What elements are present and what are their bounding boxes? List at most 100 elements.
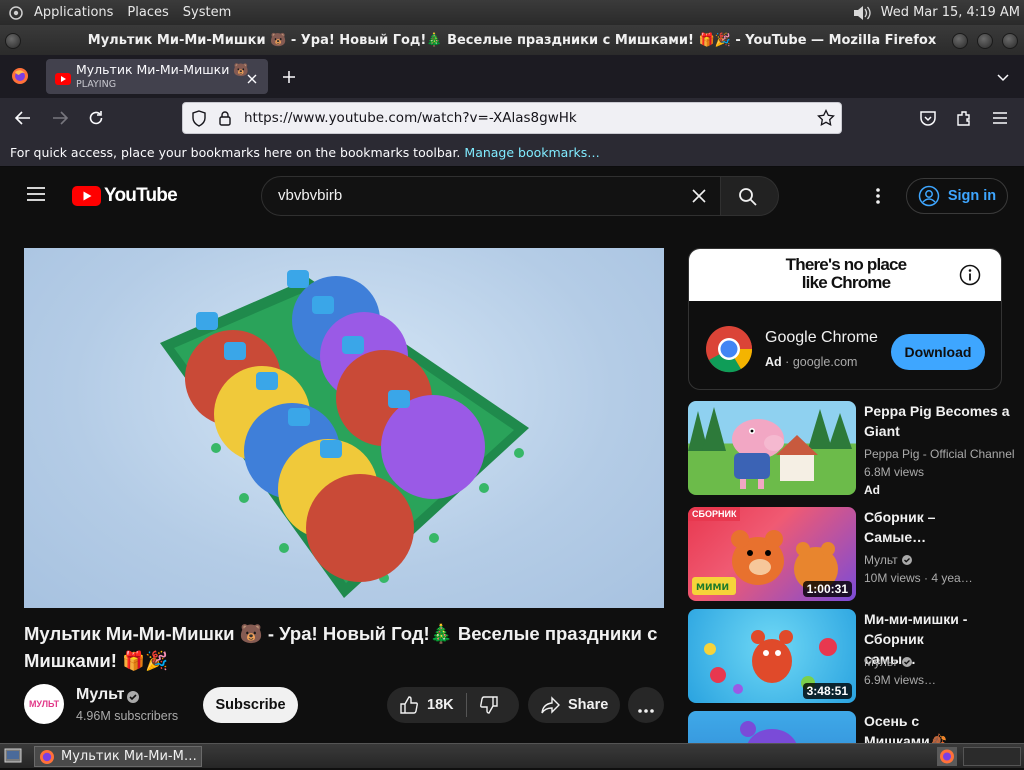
like-button[interactable]: 18K <box>387 687 454 723</box>
tab-status: PLAYING <box>76 79 117 90</box>
taskbar-window-label: Мультик Ми-Ми-М… <box>61 749 197 764</box>
guide-menu-icon[interactable] <box>26 186 46 202</box>
lock-icon[interactable] <box>218 110 232 127</box>
manage-bookmarks-link[interactable]: Manage bookmarks… <box>464 145 599 160</box>
tab-youtube[interactable]: Мультик Ми-Ми-Мишки 🐻 PLAYING <box>46 59 268 94</box>
reload-icon[interactable] <box>87 109 105 127</box>
youtube-logo-text: YouTube <box>104 185 178 206</box>
recommendation-item[interactable]: Осень с Мишками🍂 <box>688 711 1018 743</box>
like-count: 18K <box>427 697 454 713</box>
subscribe-label: Subscribe <box>215 697 286 713</box>
forward-icon[interactable] <box>51 110 69 126</box>
rec-views: 6.9M views… <box>864 673 937 687</box>
ad-label: Ad <box>765 355 782 369</box>
window-menu-button[interactable] <box>5 33 21 49</box>
youtube-logo[interactable]: YouTube <box>72 184 178 208</box>
channel-avatar[interactable]: МУЛЬТ <box>24 684 64 724</box>
subscriber-count: 4.96M subscribers <box>76 709 179 723</box>
bookmarks-toolbar: For quick access, place your bookmarks h… <box>0 139 1024 167</box>
channel-name[interactable]: Мульт <box>76 686 124 704</box>
show-desktop-icon[interactable] <box>4 748 22 764</box>
more-actions-button[interactable] <box>628 687 664 723</box>
like-dislike-group: 18K <box>387 687 519 723</box>
extensions-icon[interactable] <box>955 109 973 127</box>
rec-thumbnail[interactable]: МИМИ СБОРНИК 1:00:31 <box>688 507 856 601</box>
firefox-icon <box>39 749 55 765</box>
thumbs-down-icon <box>479 695 499 715</box>
tracking-shield-icon[interactable] <box>191 110 207 127</box>
pocket-icon[interactable] <box>919 109 937 127</box>
places-menu[interactable]: Places <box>121 5 174 20</box>
rec-title[interactable]: Осень с Мишками🍂 <box>864 711 964 743</box>
close-window-button[interactable] <box>1002 33 1018 49</box>
search-box: vbvbvbirb <box>261 176 721 216</box>
taskbar-firefox-window[interactable]: Мультик Ми-Ми-М… <box>34 746 202 767</box>
rec-duration: 3:48:51 <box>802 683 852 699</box>
rec-views: 6.8M views <box>864 465 925 479</box>
url-text[interactable]: https://www.youtube.com/watch?v=-XAlas8g… <box>244 110 577 126</box>
ad-download-label: Download <box>904 344 972 360</box>
ad-dot: · <box>785 355 790 369</box>
rec-title[interactable]: Peppa Pig Becomes a Giant <box>864 401 1010 441</box>
share-button[interactable]: Share <box>528 687 620 723</box>
minimize-button[interactable] <box>952 33 968 49</box>
rec-thumbnail[interactable]: 3:48:51 <box>688 609 856 703</box>
youtube-page: YouTube vbvbvbirb Sign in Мультик Ми-Ми-… <box>0 168 1024 743</box>
list-all-tabs-icon[interactable] <box>996 69 1010 83</box>
sign-in-button[interactable]: Sign in <box>906 178 1008 214</box>
clock[interactable]: Wed Mar 15, 4:19 AM <box>881 5 1020 20</box>
gnome-foot-icon[interactable] <box>8 5 24 21</box>
recommendation-item[interactable]: МИМИ СБОРНИК 1:00:31 Сборник – Самые… Му… <box>688 507 1018 603</box>
rec-channel[interactable]: Мульт <box>864 655 913 669</box>
dislike-button[interactable] <box>467 687 499 723</box>
workspace-switcher[interactable] <box>963 747 1021 766</box>
ad-card[interactable]: There's no place like Chrome Google Chro… <box>688 248 1002 390</box>
rec-channel[interactable]: Peppa Pig - Official Channel <box>864 447 1015 461</box>
app-menu-icon[interactable] <box>992 110 1008 124</box>
back-icon[interactable] <box>14 110 32 126</box>
chrome-logo-icon <box>705 325 753 373</box>
new-tab-icon[interactable] <box>282 69 296 83</box>
search-button[interactable] <box>720 176 779 216</box>
firefox-tray-icon[interactable] <box>937 747 957 766</box>
recommendation-item[interactable]: 3:48:51 Ми-ми-мишки - Сборник самы… Муль… <box>688 609 1018 705</box>
video-frame <box>160 270 529 598</box>
bookmark-star-icon[interactable] <box>817 108 835 127</box>
applications-menu[interactable]: Applications <box>28 5 119 20</box>
volume-icon[interactable] <box>851 4 873 22</box>
rec-badge: СБОРНИК <box>688 507 741 521</box>
rec-title[interactable]: Сборник – Самые… <box>864 507 954 547</box>
settings-more-icon[interactable] <box>875 187 881 205</box>
ad-banner-line1: There's no place <box>785 255 907 274</box>
window-titlebar[interactable]: Мультик Ми-Ми-Мишки 🐻 - Ура! Новый Год!🎄… <box>0 25 1024 55</box>
system-menu[interactable]: System <box>177 5 237 20</box>
ad-download-button[interactable]: Download <box>891 334 985 370</box>
verified-icon <box>901 554 913 566</box>
tab-strip: Мультик Ми-Ми-Мишки 🐻 PLAYING <box>0 55 1024 98</box>
avatar-text: МУЛЬТ <box>28 699 60 709</box>
firefox-view-icon[interactable] <box>11 67 29 85</box>
tab-close-icon[interactable] <box>246 70 258 84</box>
rec-channel[interactable]: Мульт <box>864 553 913 567</box>
rec-thumbnail[interactable] <box>688 401 856 495</box>
subscribe-button[interactable]: Subscribe <box>203 687 298 723</box>
youtube-header: YouTube vbvbvbirb Sign in <box>0 168 1024 224</box>
bookmarks-hint: For quick access, place your bookmarks h… <box>10 145 461 160</box>
ad-info-icon[interactable] <box>959 264 981 286</box>
verified-icon <box>901 656 913 668</box>
video-player[interactable] <box>24 248 664 608</box>
clear-search-icon[interactable] <box>691 188 707 204</box>
youtube-logo-icon <box>72 186 101 206</box>
search-input[interactable]: vbvbvbirb <box>278 187 342 204</box>
rec-age: 4 yea… <box>931 571 973 585</box>
recommendation-item[interactable]: Peppa Pig Becomes a Giant Peppa Pig - Of… <box>688 401 1018 497</box>
sign-in-label: Sign in <box>947 188 997 204</box>
tab-title: Мультик Ми-Ми-Мишки 🐻 <box>76 62 249 77</box>
more-horizontal-icon <box>637 702 655 713</box>
svg-text:МИМИ: МИМИ <box>696 583 729 593</box>
verified-icon <box>126 689 140 703</box>
rec-thumbnail[interactable] <box>688 711 856 743</box>
maximize-button[interactable] <box>977 33 993 49</box>
url-bar[interactable]: https://www.youtube.com/watch?v=-XAlas8g… <box>182 102 842 134</box>
ad-banner[interactable]: There's no place like Chrome <box>689 249 1001 301</box>
